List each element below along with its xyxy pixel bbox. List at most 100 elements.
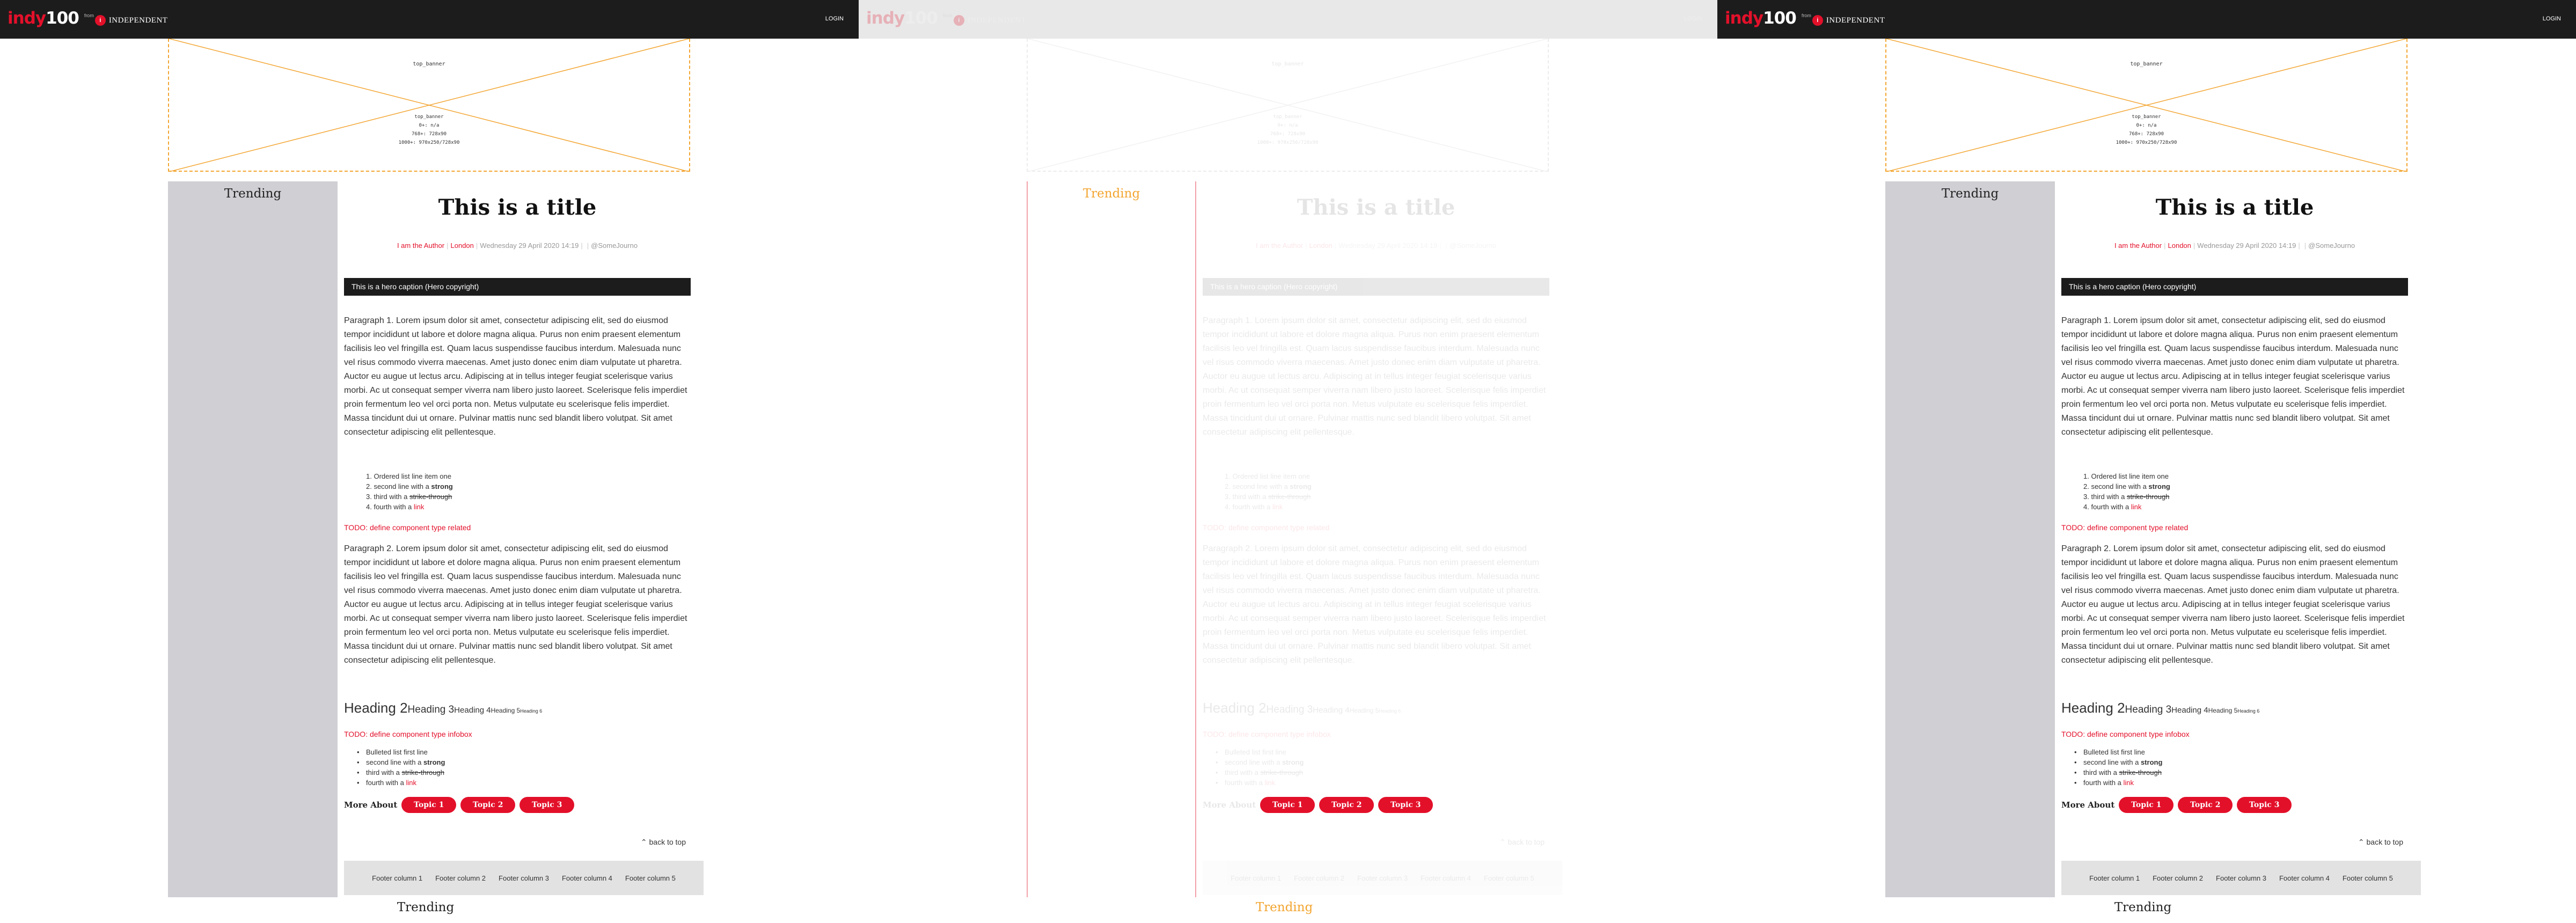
- login-link[interactable]: LOGIN: [2543, 16, 2561, 22]
- login-link[interactable]: LOGIN: [825, 16, 844, 22]
- strong-text: strong: [431, 482, 453, 490]
- list-item-text: fourth with a: [1225, 779, 1265, 787]
- todo-infobox-placeholder: TODO: define component type infobox: [1203, 730, 1331, 738]
- footer-column-2[interactable]: Footer column 2: [2153, 874, 2203, 882]
- topic-pill-2[interactable]: Topic 2: [1319, 797, 1374, 813]
- strong-text: strong: [1290, 482, 1312, 490]
- paragraph-2: Paragraph 2. Lorem ipsum dolor sit amet,…: [2061, 544, 2405, 665]
- logo-wordmark-100: 100: [904, 9, 938, 28]
- article-byline: I am the Author | London | Wednesday 29 Apri…: [1255, 241, 1497, 250]
- footer: Footer column 1 Footer column 2 Footer c…: [1203, 861, 1562, 895]
- list-item: 2. second line with a strong: [366, 481, 453, 492]
- author-link[interactable]: I am the Author: [2114, 241, 2162, 250]
- location-link[interactable]: London: [451, 241, 474, 250]
- topic-pill-3[interactable]: Topic 3: [2237, 797, 2292, 813]
- strong-text: strong: [423, 758, 445, 766]
- list-item: 1. Ordered list line item one: [366, 471, 453, 481]
- author-link[interactable]: I am the Author: [1256, 241, 1303, 250]
- inline-link[interactable]: link: [414, 503, 425, 511]
- paragraph-1: Paragraph 1. Lorem ipsum dolor sit amet,…: [2061, 316, 2405, 437]
- strike-text: strike-through: [1260, 768, 1303, 777]
- footer-column-3[interactable]: Footer column 3: [499, 874, 549, 882]
- topic-pill-2[interactable]: Topic 2: [2178, 797, 2233, 813]
- banner-info-line: 0+: n/a: [2136, 123, 2157, 128]
- banner-label: top_banner: [1271, 61, 1304, 67]
- footer-column-5[interactable]: Footer column 5: [2343, 874, 2393, 882]
- twitter-handle[interactable]: @SomeJourno: [2308, 241, 2355, 250]
- ordered-list: 1. Ordered list line item one 2. second …: [366, 471, 453, 512]
- location-link[interactable]: London: [1309, 241, 1333, 250]
- inline-link[interactable]: link: [2123, 779, 2134, 787]
- logo-from-text: from: [84, 13, 94, 18]
- independent-eagle-icon: i: [1812, 15, 1823, 26]
- ordered-list: 1. Ordered list line item one 2. second …: [1225, 471, 1312, 512]
- chevron-up-icon: ⌃: [1499, 838, 1506, 846]
- banner-info-line: 1000+: 970x250/728x90: [2116, 140, 2177, 145]
- heading-5: Heading 5: [1349, 707, 1379, 714]
- topic-pill-1[interactable]: Topic 1: [1260, 797, 1315, 813]
- article-body: This is a title I am the Author | London | W…: [1203, 181, 1562, 897]
- sidebar-title: Trending: [224, 187, 282, 201]
- strike-text: strike-through: [1268, 493, 1311, 501]
- footer-column-1[interactable]: Footer column 1: [372, 874, 422, 882]
- topic-pill-1[interactable]: Topic 1: [401, 797, 457, 813]
- back-to-top-link[interactable]: ⌃ back to top: [1499, 838, 1545, 847]
- back-to-top-link[interactable]: ⌃ back to top: [641, 838, 686, 847]
- banner-info-line: top_banner: [2132, 114, 2161, 120]
- banner-info-line: 1000+: 970x250/728x90: [398, 140, 460, 145]
- list-item: 2. second line with a strong: [2083, 481, 2170, 492]
- topic-pill-3[interactable]: Topic 3: [519, 797, 575, 813]
- location-link[interactable]: London: [2168, 241, 2191, 250]
- heading-5: Heading 5: [491, 707, 521, 714]
- back-to-top-link[interactable]: ⌃ back to top: [2358, 838, 2403, 847]
- list-item-text: Bulleted list first line: [1225, 748, 1286, 756]
- heading-4: Heading 4: [454, 706, 491, 715]
- indy100-logo[interactable]: indy 100 from i INDEPENDENT: [8, 8, 167, 29]
- inline-link[interactable]: link: [2131, 503, 2142, 511]
- footer-column-5[interactable]: Footer column 5: [625, 874, 676, 882]
- list-item-text: 2. second line with a: [1225, 482, 1290, 490]
- inline-link[interactable]: link: [406, 779, 416, 787]
- inline-link[interactable]: link: [1272, 503, 1283, 511]
- ad-placeholder-cross: [169, 39, 689, 172]
- list-item-text: third with a: [2083, 768, 2119, 777]
- footer-column-1[interactable]: Footer column 1: [2089, 874, 2140, 882]
- twitter-handle[interactable]: @SomeJourno: [591, 241, 638, 250]
- footer-column-4[interactable]: Footer column 4: [562, 874, 612, 882]
- trending-sidebar: Trending: [1885, 181, 2055, 897]
- hero-caption: This is a hero caption (Hero copyright): [2061, 278, 2408, 296]
- footer-column-2[interactable]: Footer column 2: [1294, 874, 1344, 882]
- indy100-logo[interactable]: indy 100 from i INDEPENDENT: [1725, 8, 1885, 29]
- twitter-handle[interactable]: @SomeJourno: [1450, 241, 1496, 250]
- banner-info-line: 0+: n/a: [1277, 123, 1298, 128]
- topic-pill-3[interactable]: Topic 3: [1378, 797, 1433, 813]
- list-item: Bulleted list first line: [357, 747, 445, 757]
- list-item-text: 3. third with a: [366, 493, 409, 501]
- footer-column-5[interactable]: Footer column 5: [1484, 874, 1534, 882]
- banner-info-line: 768+: 728x90: [2128, 131, 2164, 137]
- footer-column-3[interactable]: Footer column 3: [1357, 874, 1408, 882]
- list-item: fourth with a link: [1216, 778, 1304, 788]
- list-item: 2. second line with a strong: [1225, 481, 1312, 492]
- independent-wordmark: INDEPENDENT: [967, 16, 1027, 25]
- author-link[interactable]: I am the Author: [397, 241, 444, 250]
- article-byline: I am the Author | London | Wednesday 29 Apri…: [2114, 241, 2355, 250]
- footer-column-2[interactable]: Footer column 2: [435, 874, 486, 882]
- article-body: This is a title I am the Author | London | W…: [344, 181, 704, 897]
- sidebar-title-bottom: Trending: [397, 900, 455, 914]
- topic-pill-1[interactable]: Topic 1: [2119, 797, 2174, 813]
- footer-column-1[interactable]: Footer column 1: [1231, 874, 1281, 882]
- inline-link[interactable]: link: [1264, 779, 1275, 787]
- footer-column-4[interactable]: Footer column 4: [2279, 874, 2330, 882]
- banner-label: top_banner: [413, 61, 445, 67]
- footer-column-4[interactable]: Footer column 4: [1421, 874, 1471, 882]
- login-link[interactable]: LOGIN: [1684, 16, 1702, 22]
- more-about-topics: More About Topic 1 Topic 2 Topic 3: [1203, 797, 1437, 813]
- list-item: fourth with a link: [357, 778, 445, 788]
- indy100-logo[interactable]: indy 100 from i INDEPENDENT: [866, 8, 1026, 29]
- back-to-top-label: back to top: [2366, 838, 2404, 846]
- topic-pill-2[interactable]: Topic 2: [460, 797, 516, 813]
- hero-caption: This is a hero caption (Hero copyright): [1203, 278, 1549, 296]
- footer-column-3[interactable]: Footer column 3: [2216, 874, 2266, 882]
- logo-from-text: from: [1801, 13, 1811, 18]
